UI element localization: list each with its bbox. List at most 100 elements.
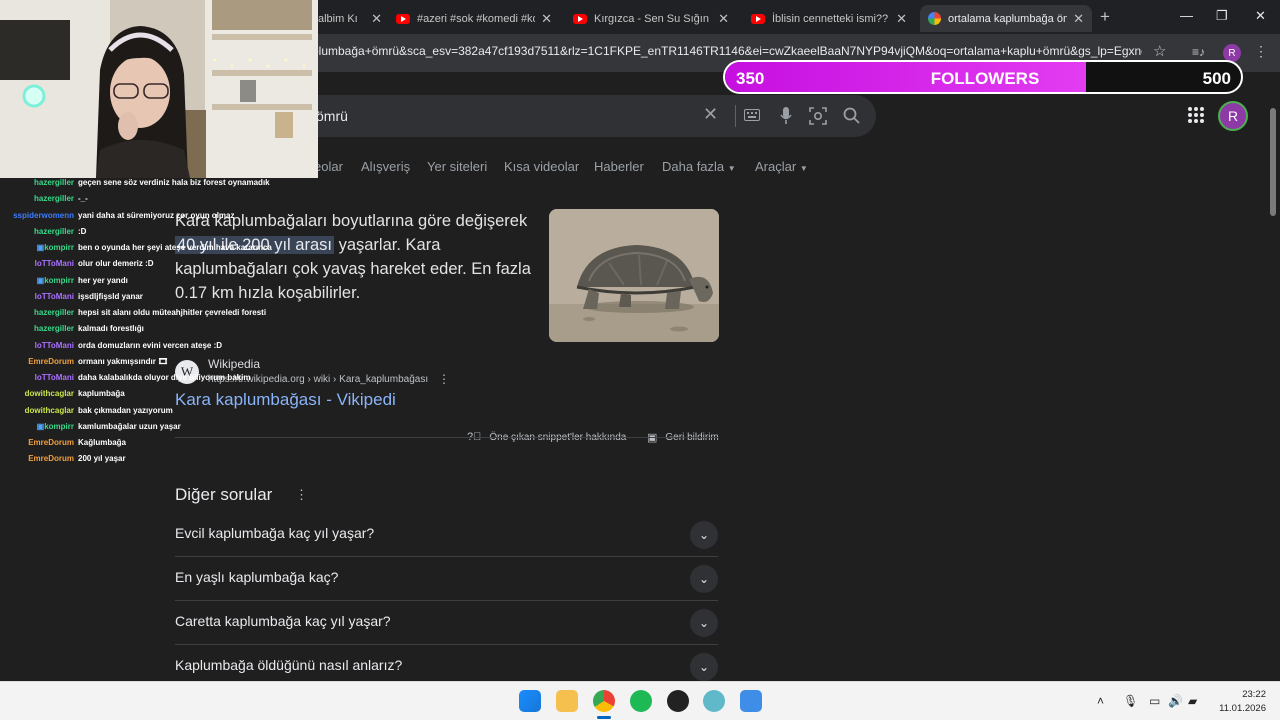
browser-menu-icon[interactable]: ⋮ bbox=[1254, 43, 1268, 60]
close-tab-icon[interactable]: ✕ bbox=[371, 11, 382, 27]
microphone-icon[interactable] bbox=[780, 107, 792, 125]
media-queue-icon[interactable]: ≡♪ bbox=[1192, 45, 1205, 59]
tab-4[interactable]: İblisin cennetteki ismi?? 🤔 ✕ bbox=[743, 5, 915, 32]
obs-icon[interactable] bbox=[667, 690, 689, 712]
chat-username[interactable]: hazergiller bbox=[0, 194, 74, 203]
nav-places[interactable]: Yer siteleri bbox=[427, 159, 487, 174]
tab-title: #azeri #sok #komedi #kon bbox=[417, 12, 536, 25]
related-questions-title: Diğer sorular bbox=[175, 485, 273, 504]
new-tab-button[interactable]: + bbox=[1100, 7, 1110, 27]
source-name: Wikipedia bbox=[208, 357, 261, 371]
bookmark-star-icon[interactable]: ☆ bbox=[1153, 42, 1166, 60]
chat-username[interactable]: EmreDorum bbox=[0, 454, 74, 463]
prime-badge-icon: ▣ bbox=[36, 275, 45, 285]
chat-username[interactable]: sspiderwomenn bbox=[0, 211, 74, 220]
minimize-button[interactable]: — bbox=[1180, 8, 1193, 23]
chat-text: her yer yandı bbox=[78, 275, 128, 285]
chat-text: kamlumbağalar uzun yaşar bbox=[78, 421, 181, 431]
chevron-down-icon[interactable]: ⌄ bbox=[690, 565, 718, 593]
close-tab-icon[interactable]: ✕ bbox=[718, 11, 729, 27]
result-link[interactable]: Kara kaplumbağası - Vikipedi bbox=[175, 390, 396, 410]
keyboard-icon[interactable] bbox=[744, 109, 760, 121]
chat-username[interactable]: EmreDorum bbox=[0, 438, 74, 447]
question-row[interactable]: Evcil kaplumbağa kaç yıl yaşar? ⌄ bbox=[175, 513, 718, 557]
tab-1[interactable]: albim Kı ✕ bbox=[310, 5, 390, 32]
chat-text: 200 yıl yaşar bbox=[78, 454, 126, 464]
tab-2[interactable]: #azeri #sok #komedi #kon ✕ bbox=[388, 5, 560, 32]
clear-icon[interactable]: ✕ bbox=[703, 104, 718, 125]
chat-username[interactable]: kompirr bbox=[44, 422, 74, 431]
chevron-down-icon[interactable]: ⌄ bbox=[690, 521, 718, 549]
chat-username[interactable]: kompirr bbox=[44, 243, 74, 252]
chat-username[interactable]: dowithcaglar bbox=[0, 406, 74, 415]
close-tab-icon[interactable]: ✕ bbox=[1073, 11, 1084, 27]
windows-start-icon[interactable] bbox=[519, 690, 541, 712]
chrome-icon[interactable] bbox=[593, 690, 615, 712]
page-scrollbar[interactable] bbox=[1270, 108, 1276, 216]
chat-username[interactable]: dowithcaglar bbox=[0, 389, 74, 398]
close-window-button[interactable]: ✕ bbox=[1255, 8, 1266, 24]
battery-icon[interactable]: ▰ bbox=[1188, 694, 1197, 708]
lens-icon[interactable] bbox=[809, 107, 827, 125]
tab-title: albim Kı bbox=[318, 12, 358, 25]
close-tab-icon[interactable]: ✕ bbox=[896, 11, 907, 27]
photos-icon[interactable] bbox=[740, 690, 762, 712]
question-text: Evcil kaplumbağa kaç yıl yaşar? bbox=[175, 525, 375, 541]
tab-3[interactable]: Kırgızca - Sen Su Sığın Mis ✕ bbox=[565, 5, 737, 32]
followers-goal-bar: 350 FOLLOWERS 500 bbox=[723, 60, 1243, 94]
chat-username[interactable]: IoTToMani bbox=[0, 292, 74, 301]
chat-username[interactable]: EmreDorum bbox=[0, 357, 74, 366]
app-icon[interactable] bbox=[703, 690, 725, 712]
search-icon[interactable] bbox=[843, 107, 860, 124]
account-avatar[interactable]: R bbox=[1218, 101, 1248, 131]
more-options-icon[interactable]: ⋮ bbox=[438, 372, 450, 386]
chat-username[interactable]: IoTToMani bbox=[0, 259, 74, 268]
chat-message: EmreDorum ormanı yakmışsındır 🎞 bbox=[0, 357, 168, 366]
google-apps-icon[interactable] bbox=[1188, 107, 1204, 123]
chat-username[interactable]: hazergiller bbox=[0, 178, 74, 187]
chat-text: olur olur demeriz :D bbox=[78, 259, 154, 269]
nav-news[interactable]: Haberler bbox=[594, 159, 644, 174]
close-tab-icon[interactable]: ✕ bbox=[541, 11, 552, 27]
turtle-image[interactable] bbox=[549, 209, 719, 342]
chat-username[interactable]: kompirr bbox=[44, 276, 74, 285]
nav-tools[interactable]: Araçlar ▼ bbox=[755, 159, 808, 174]
tab-title: ortalama kaplumbağa ömı bbox=[948, 12, 1068, 25]
restore-button[interactable]: ❐ bbox=[1216, 8, 1228, 24]
search-box[interactable]: ömrü ✕ bbox=[300, 95, 876, 137]
question-text: Kaplumbağa öldüğünü nasıl anlarız? bbox=[175, 657, 403, 673]
chat-username[interactable]: hazergiller bbox=[0, 227, 74, 236]
file-explorer-icon[interactable] bbox=[556, 690, 578, 712]
tab-5-active[interactable]: ortalama kaplumbağa ömı ✕ bbox=[920, 5, 1092, 32]
more-options-icon[interactable]: ⋮ bbox=[295, 487, 308, 503]
volume-icon[interactable]: 🔊 bbox=[1168, 694, 1183, 708]
chat-message: ▣kompirr ben o oyunda her şeyi ateşe verd… bbox=[0, 243, 272, 252]
question-row[interactable]: Caretta kaplumbağa kaç yıl yaşar? ⌄ bbox=[175, 601, 718, 645]
chevron-down-icon[interactable]: ⌄ bbox=[690, 609, 718, 637]
chevron-up-icon[interactable]: ˄ bbox=[1097, 694, 1104, 708]
address-bar[interactable]: plumbağa+ömrü&sca_esv=382a47cf193d7511&r… bbox=[312, 44, 1142, 58]
question-text: En yaşlı kaplumbağa kaç? bbox=[175, 569, 339, 585]
chat-username[interactable]: IoTToMani bbox=[0, 341, 74, 350]
chat-message: EmreDorum Kağlumbağa bbox=[0, 438, 126, 447]
chat-text: ben o oyunda her şeyi ateşe verdim hava … bbox=[78, 243, 272, 252]
chat-username[interactable]: hazergiller bbox=[0, 324, 74, 333]
chat-message: IoTToMani işsdljfişsld yanar bbox=[0, 292, 143, 301]
prime-badge-icon: ▣ bbox=[36, 243, 45, 252]
question-row[interactable]: En yaşlı kaplumbağa kaç? ⌄ bbox=[175, 557, 718, 601]
chat-user-block: ▣kompirr bbox=[0, 276, 74, 285]
chat-username[interactable]: IoTToMani bbox=[0, 373, 74, 382]
nav-short-videos[interactable]: Kısa videolar bbox=[504, 159, 579, 174]
chevron-down-icon[interactable]: ⌄ bbox=[690, 653, 718, 681]
search-input[interactable]: ömrü bbox=[316, 108, 348, 124]
chat-message: EmreDorum 200 yıl yaşar bbox=[0, 454, 126, 464]
nav-more[interactable]: Daha fazla ▼ bbox=[662, 159, 736, 174]
spotify-icon[interactable] bbox=[630, 690, 652, 712]
nav-shopping[interactable]: Alışveriş bbox=[361, 159, 410, 174]
system-clock[interactable]: 23:22 11.01.2026 bbox=[1210, 688, 1266, 716]
network-icon[interactable]: ▭ bbox=[1149, 694, 1160, 708]
chat-username[interactable]: hazergiller bbox=[0, 308, 74, 317]
microphone-icon[interactable]: 🎙 bbox=[1123, 694, 1138, 708]
chat-text: ormanı yakmışsındır 🎞 bbox=[78, 356, 169, 366]
nav-videos[interactable]: eolar bbox=[314, 159, 343, 174]
